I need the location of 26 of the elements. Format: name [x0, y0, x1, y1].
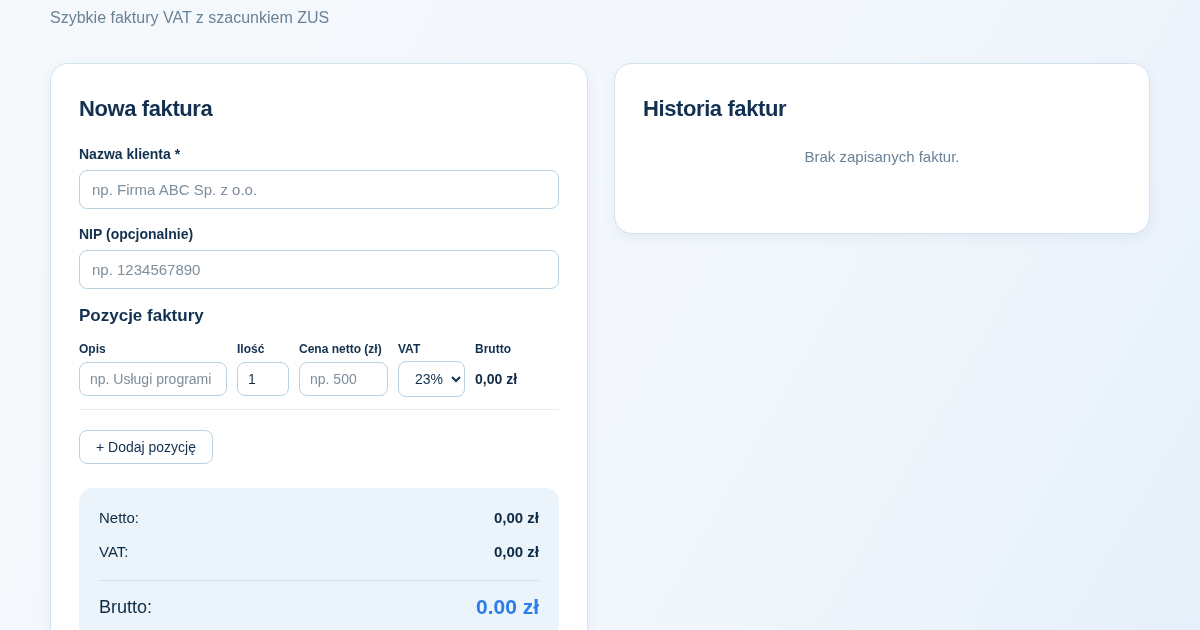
- field-label: NIP (opcjonalnie): [79, 226, 195, 242]
- column-label: Brutto: [475, 342, 512, 356]
- field-label: Nazwa klienta *: [79, 146, 182, 162]
- card-title: Nowa faktura: [79, 95, 214, 123]
- column-label: Ilość: [237, 342, 266, 356]
- total-label: VAT:: [99, 542, 129, 560]
- gross-amount: 0,00 zł: [475, 371, 519, 387]
- add-item-button[interactable]: + Dodaj pozycję: [79, 430, 213, 464]
- total-label: Brutto:: [99, 596, 153, 618]
- column-label: Opis: [79, 342, 107, 356]
- page-subtitle: Szybkie faktury VAT z szacunkiem ZUS: [50, 8, 331, 28]
- price-field[interactable]: np. 500: [299, 362, 388, 396]
- empty-message: Brak zapisanych faktur.: [803, 148, 961, 165]
- total-value: 0,00 zł: [493, 542, 539, 560]
- grand-total-value: 0.00 zł: [475, 595, 539, 619]
- column-label: Cena netto (zł): [299, 342, 383, 356]
- column-label: VAT: [398, 342, 422, 356]
- card-title: Historia faktur: [643, 95, 788, 123]
- input-field[interactable]: np. Firma ABC Sp. z o.o.: [79, 170, 559, 209]
- total-value: 0,00 zł: [493, 508, 539, 526]
- total-label: Netto:: [99, 508, 140, 526]
- vat-select[interactable]: 23%: [398, 361, 465, 397]
- input-field[interactable]: np. 1234567890: [79, 250, 559, 289]
- description-field[interactable]: np. Usługi programi: [79, 362, 227, 396]
- quantity-field[interactable]: 1: [237, 362, 289, 396]
- section-title: Pozycje faktury: [79, 306, 205, 326]
